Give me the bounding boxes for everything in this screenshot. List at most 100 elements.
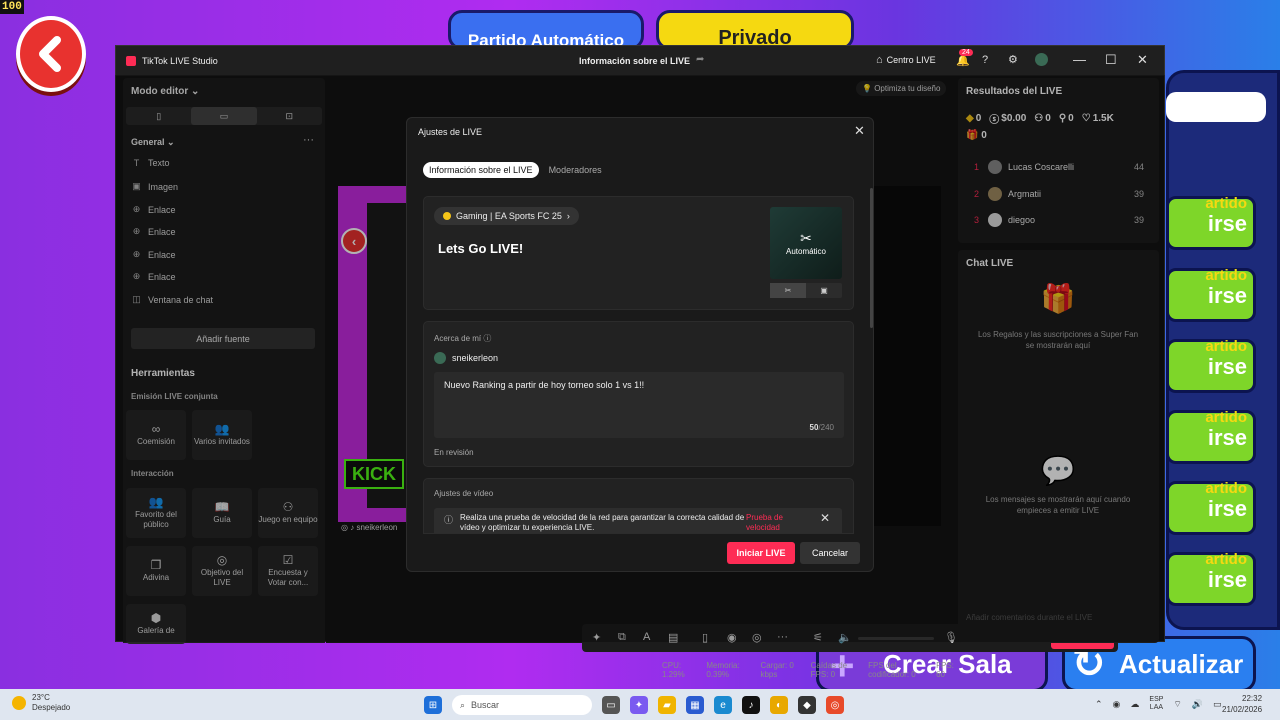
dialog-scrollbar[interactable] bbox=[870, 188, 873, 328]
store-icon[interactable]: ▦ bbox=[686, 696, 704, 714]
video-settings-card: Ajustes de vídeo ⓘ Realiza una prueba de… bbox=[423, 478, 854, 534]
window-center-title: Información sobre el LIVE bbox=[579, 56, 691, 66]
video-settings-label: Ajustes de vídeo bbox=[434, 489, 494, 498]
auto-cover-icon[interactable]: ✂ bbox=[770, 283, 806, 298]
windows-start-icon[interactable]: ⊞ bbox=[424, 696, 442, 714]
side-join-button[interactable]: artido irse bbox=[1166, 196, 1256, 250]
stat-cpu: CPU: 1.29% bbox=[662, 661, 685, 679]
tiktok-icon[interactable]: ♪ bbox=[742, 696, 760, 714]
avatar bbox=[434, 352, 446, 364]
lang-code: ESP bbox=[1149, 696, 1164, 703]
bio-count-max: /240 bbox=[818, 423, 834, 432]
image-icon[interactable]: ▣ bbox=[806, 283, 842, 298]
thumbnail-mode: ✂ ▣ bbox=[770, 283, 842, 298]
side-join-button[interactable]: artido irse bbox=[1166, 410, 1256, 464]
side-join-button[interactable]: artido irse bbox=[1166, 268, 1256, 322]
scissors-icon: ✂ bbox=[800, 230, 812, 246]
side-small-label: artido bbox=[1205, 267, 1247, 284]
stat-fps: FPS: 60 bbox=[936, 661, 954, 679]
file-explorer-icon[interactable]: ▰ bbox=[658, 696, 676, 714]
cloud-icon[interactable]: ☁ bbox=[1130, 699, 1139, 710]
bio-text: Nuevo Ranking a partir de hoy torneo sol… bbox=[444, 380, 645, 390]
avatar[interactable] bbox=[1035, 53, 1048, 66]
help-icon[interactable]: ? bbox=[982, 54, 988, 66]
task-view-icon[interactable]: ▭ bbox=[602, 696, 620, 714]
side-join-button[interactable]: artido irse bbox=[1166, 552, 1256, 606]
notification-badge: 24 bbox=[959, 49, 973, 56]
speed-test-notice: ⓘ Realiza una prueba de velocidad de la … bbox=[434, 508, 842, 533]
game-back-button[interactable] bbox=[16, 16, 86, 92]
side-small-label: artido bbox=[1205, 480, 1247, 497]
settings-gear-icon[interactable]: ⚙ bbox=[1008, 53, 1018, 66]
cover-thumbnail[interactable]: ✂ Automático bbox=[770, 207, 842, 279]
app-icon[interactable]: ◐ bbox=[770, 696, 788, 714]
category-selector[interactable]: Gaming | EA Sports FC 25 › bbox=[434, 207, 579, 225]
side-big-label: irse bbox=[1207, 567, 1247, 592]
side-small-label: artido bbox=[1205, 195, 1247, 212]
start-live-button[interactable]: Iniciar LIVE bbox=[727, 542, 795, 564]
fps-counter: 100 bbox=[0, 0, 24, 14]
weather-desc: Despejado bbox=[32, 703, 71, 712]
thumbnail-label: Automático bbox=[785, 247, 827, 256]
app-title: TikTok LIVE Studio bbox=[142, 56, 218, 66]
username-label: sneikerleon bbox=[452, 353, 499, 363]
side-small-label: artido bbox=[1205, 551, 1247, 568]
tray-app-icon[interactable]: ◉ bbox=[1113, 699, 1121, 710]
close-window-icon[interactable]: ✕ bbox=[1137, 52, 1148, 68]
side-join-button[interactable]: artido irse bbox=[1166, 339, 1256, 393]
system-tray: ⌃ ◉ ☁ ESP LAA ⌔ 🔊 ▭ bbox=[1095, 696, 1222, 712]
game-app-icon[interactable]: ◆ bbox=[798, 696, 816, 714]
live-center-button[interactable]: ⌂ Centro LIVE bbox=[876, 54, 936, 66]
about-me-label: Acerca de mí ⓘ bbox=[434, 333, 491, 344]
side-big-label: irse bbox=[1207, 354, 1247, 379]
stats-bar: CPU: 1.29% Memoria: 0.39% Cargar: 0 kbps… bbox=[662, 661, 956, 679]
category-icon bbox=[443, 212, 451, 220]
about-me-card: Acerca de mí ⓘ sneikerleon Nuevo Ranking… bbox=[423, 321, 854, 467]
chevron-right-icon: › bbox=[566, 211, 570, 221]
bio-textarea[interactable]: Nuevo Ranking a partir de hoy torneo sol… bbox=[434, 372, 844, 438]
auto-match-button[interactable]: Partido Automático bbox=[448, 10, 644, 50]
language-indicator[interactable]: ESP LAA bbox=[1149, 696, 1163, 712]
live-center-label: Centro LIVE bbox=[886, 55, 936, 65]
chevron-up-icon[interactable]: ⌃ bbox=[1095, 699, 1103, 710]
tab-live-info[interactable]: Información sobre el LIVE bbox=[423, 162, 539, 178]
info-icon: ⓘ bbox=[444, 515, 454, 525]
back-arrow-icon bbox=[39, 36, 61, 72]
edge-icon[interactable]: e bbox=[714, 696, 732, 714]
clock-date: 21/02/2026 bbox=[1222, 705, 1263, 714]
wifi-icon[interactable]: ⌔ bbox=[1173, 699, 1181, 710]
side-small-label: artido bbox=[1205, 409, 1247, 426]
weather-temp: 23°C bbox=[32, 693, 50, 702]
about-me-text: Acerca de mí bbox=[434, 334, 482, 343]
volume-icon[interactable]: 🔊 bbox=[1192, 699, 1203, 710]
copilot-icon[interactable]: ✦ bbox=[630, 696, 648, 714]
side-join-button[interactable]: artido irse bbox=[1166, 481, 1256, 535]
clock-time: 22:32 bbox=[1242, 694, 1263, 703]
tab-moderators[interactable]: Moderadores bbox=[543, 162, 608, 178]
side-big-label: irse bbox=[1207, 283, 1247, 308]
title-bar: TikTok LIVE Studio Información sobre el … bbox=[116, 46, 1164, 76]
chrome-icon[interactable]: ◎ bbox=[826, 696, 844, 714]
dialog-title: Ajustes de LIVE bbox=[418, 127, 483, 137]
search-icon: ⌕ bbox=[460, 699, 466, 710]
live-title-input[interactable]: Lets Go LIVE! bbox=[438, 241, 523, 256]
share-icon[interactable]: ➦ bbox=[696, 54, 704, 65]
stat-encoder-fps: FPS del codificador: 0 bbox=[868, 661, 916, 679]
private-button[interactable]: Privado bbox=[656, 10, 854, 50]
side-small-label: artido bbox=[1205, 338, 1247, 355]
taskbar: 23°C Despejado ⊞ ⌕ Buscar ▭ ✦ ▰ ▦ e ♪ ◐ ◆ … bbox=[0, 689, 1280, 720]
search-placeholder: Buscar bbox=[471, 700, 500, 710]
clock[interactable]: 22:32 21/02/2026 bbox=[1222, 693, 1262, 715]
close-icon[interactable]: ✕ bbox=[820, 511, 830, 525]
maximize-icon[interactable]: ☐ bbox=[1105, 52, 1117, 68]
side-big-label: irse bbox=[1207, 211, 1247, 236]
battery-icon[interactable]: ▭ bbox=[1213, 699, 1222, 710]
minimize-icon[interactable]: — bbox=[1073, 52, 1086, 67]
speed-test-link[interactable]: Prueba de velocidad bbox=[746, 513, 806, 533]
taskbar-search[interactable]: ⌕ Buscar bbox=[452, 695, 592, 715]
close-icon[interactable]: ✕ bbox=[854, 123, 865, 139]
review-status: En revisión bbox=[434, 448, 474, 457]
cancel-button[interactable]: Cancelar bbox=[800, 542, 860, 564]
weather-widget[interactable]: 23°C Despejado bbox=[12, 693, 70, 713]
home-icon: ⌂ bbox=[876, 54, 883, 66]
